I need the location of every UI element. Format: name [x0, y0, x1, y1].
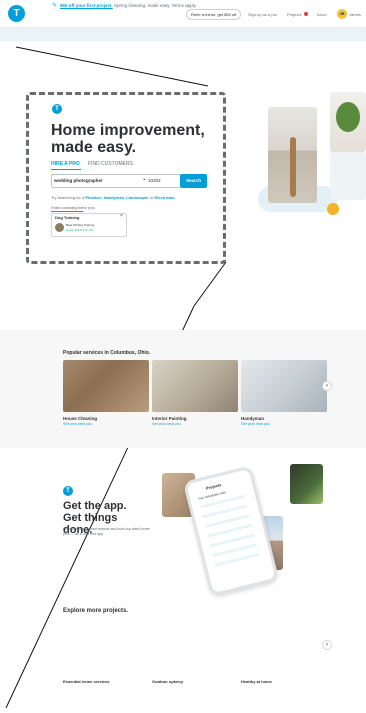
- phone-title: Projects: [205, 482, 222, 491]
- try-link-landscaper[interactable]: Landscaper: [126, 195, 148, 200]
- pro-card-title: Dog Training: [55, 215, 80, 220]
- notification-dot: [304, 12, 308, 16]
- try-link-electrician[interactable]: Electrician: [154, 195, 174, 200]
- tab-hire-a-pro[interactable]: HIRE A PRO: [51, 161, 80, 167]
- refer-friend-button[interactable]: Refer a friend, get $50 off: [186, 9, 242, 20]
- close-icon[interactable]: ×: [120, 213, 123, 219]
- service-tile-interior-painting[interactable]: [152, 360, 238, 412]
- hero-image-plant: [330, 92, 366, 152]
- explore-title: Explore more projects.: [63, 608, 129, 614]
- service-tile-house-cleaning[interactable]: [63, 360, 149, 412]
- promo-link[interactable]: $50 off your first project.: [60, 3, 113, 8]
- pro-avatar: [55, 223, 64, 232]
- user-avatar[interactable]: JR: [337, 9, 347, 19]
- app-description: Compare prices, read reviews and book to…: [63, 527, 150, 536]
- decorative-dot: [327, 203, 339, 215]
- try-link-plumber[interactable]: Plumber: [85, 195, 101, 200]
- see-pros-link[interactable]: See pros near you: [63, 422, 92, 426]
- promo-banner: [0, 28, 366, 41]
- try-searching: Try searching for a Plumber, Handyman, L…: [51, 195, 175, 200]
- service-label[interactable]: Interior Painting: [152, 416, 187, 421]
- app-photo-plant: [290, 464, 323, 504]
- user-name[interactable]: James: [349, 12, 361, 17]
- search-button[interactable]: Search: [180, 174, 207, 188]
- hero-title: Home improvement, made easy.: [51, 122, 205, 156]
- inbox-link[interactable]: Inbox: [317, 12, 327, 17]
- see-pros-link[interactable]: See pros near you: [152, 422, 181, 426]
- hero-image-room: [330, 152, 366, 200]
- signup-pro-link[interactable]: Sign up as a pro: [248, 12, 277, 17]
- try-prefix: Try searching for a: [51, 195, 86, 200]
- popular-title: Popular services in Columbus, Ohio.: [63, 350, 151, 356]
- promo-text: $50 off your first project. Spring clean…: [60, 3, 197, 8]
- search-query[interactable]: wedding photographer: [54, 178, 103, 183]
- service-tile-handyman[interactable]: [241, 360, 327, 412]
- thumbtack-logo[interactable]: T: [8, 5, 25, 22]
- promo-rest: Spring cleaning, made easy. Terms apply.: [112, 3, 197, 8]
- explore-item[interactable]: Essential home services: [63, 679, 109, 684]
- pro-name: Best K9 Dog Training: [66, 223, 95, 227]
- explore-item[interactable]: Outdoor upkeep: [152, 679, 183, 684]
- explore-item[interactable]: Healthy at home: [241, 679, 272, 684]
- active-tab-indicator: [51, 169, 81, 170]
- location-pin-icon: ⌖: [143, 177, 146, 183]
- projects-link[interactable]: Projects: [287, 12, 301, 17]
- hero-logo: T: [52, 104, 62, 114]
- finish-underline: [51, 211, 83, 212]
- hero-image-kitchen: [268, 107, 317, 203]
- chevron-right-icon[interactable]: ›: [322, 640, 332, 650]
- see-pros-link[interactable]: See pros near you: [241, 422, 270, 426]
- pro-rating: Great ★★★★★ (62): [66, 228, 94, 232]
- tag-icon: ✎: [52, 3, 58, 9]
- tab-find-customers[interactable]: FIND CUSTOMERS: [88, 161, 133, 167]
- service-label[interactable]: House Cleaning: [63, 416, 97, 421]
- chevron-right-icon[interactable]: ›: [322, 381, 332, 391]
- finish-contacting-label: Finish contacting these pros: [51, 206, 95, 210]
- zip-code-input[interactable]: 10203: [148, 178, 161, 183]
- app-logo: T: [63, 486, 73, 496]
- service-label[interactable]: Handyman: [241, 416, 264, 421]
- try-link-handyman[interactable]: Handyman: [104, 195, 124, 200]
